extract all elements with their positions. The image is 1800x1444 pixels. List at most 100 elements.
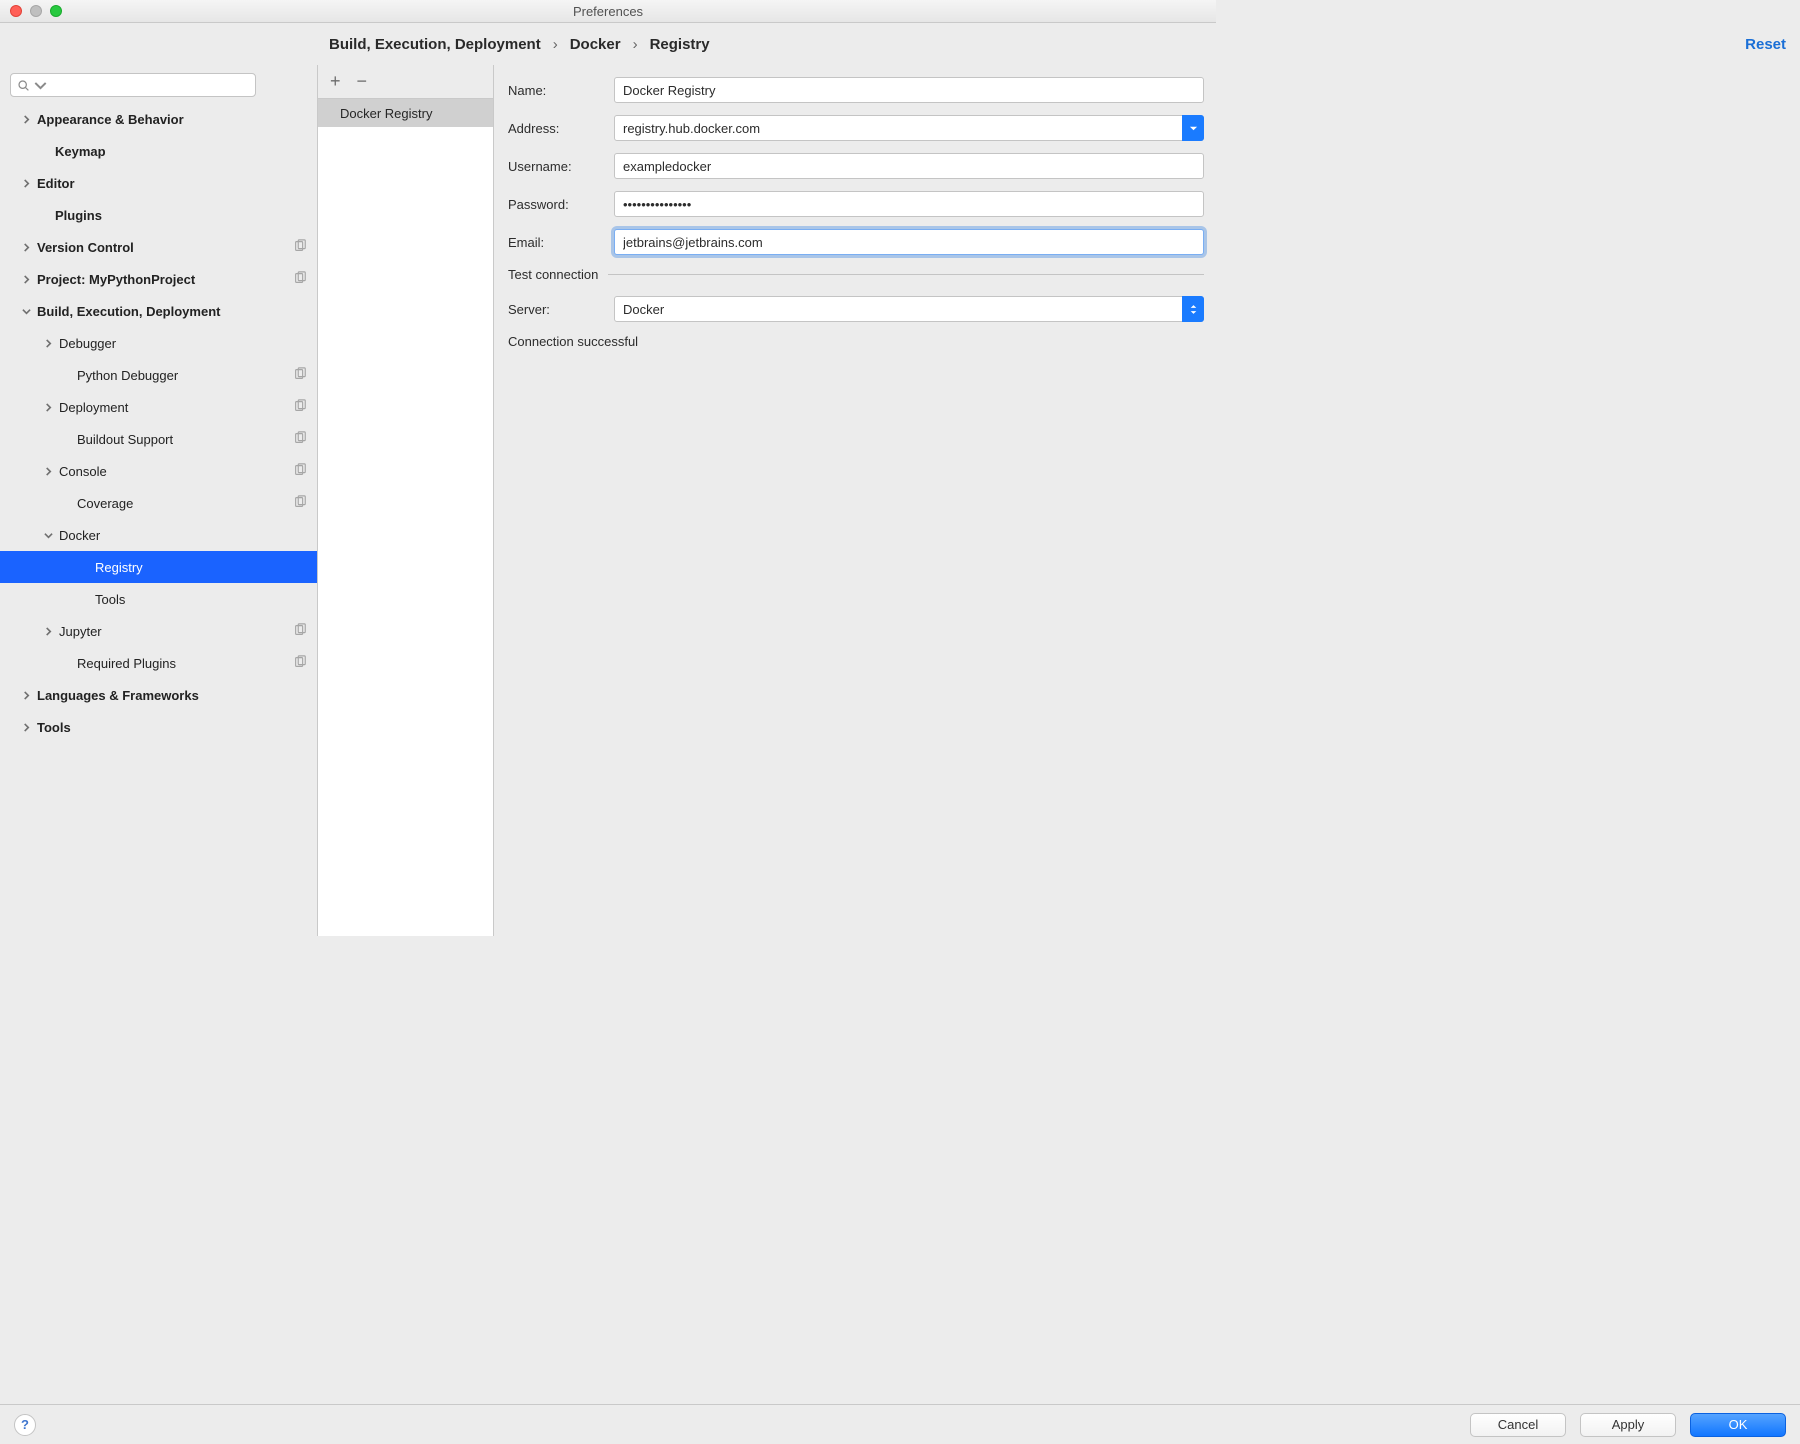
registry-list-panel: + − Docker Registry bbox=[318, 65, 494, 936]
close-window-button[interactable] bbox=[10, 5, 22, 17]
email-label: Email: bbox=[508, 235, 614, 250]
tree-item[interactable]: Tools bbox=[0, 583, 317, 615]
tree-twisty-icon[interactable] bbox=[42, 401, 55, 414]
breadcrumb-item[interactable]: Docker bbox=[570, 36, 621, 53]
test-connection-divider: Test connection bbox=[508, 267, 1204, 282]
tree-item-label: Version Control bbox=[37, 240, 293, 255]
cancel-button[interactable]: Cancel bbox=[1470, 1413, 1566, 1437]
username-field[interactable] bbox=[614, 153, 1204, 179]
tree-item-label: Registry bbox=[95, 560, 307, 575]
registry-toolbar: + − bbox=[318, 65, 493, 99]
tree-item-label: Console bbox=[59, 464, 293, 479]
server-select-value: Docker bbox=[623, 302, 664, 317]
project-scope-icon bbox=[293, 655, 307, 672]
tree-twisty-icon[interactable] bbox=[20, 689, 33, 702]
tree-item-label: Keymap bbox=[55, 144, 307, 159]
tree-item-label: Plugins bbox=[55, 208, 307, 223]
tree-twisty-icon[interactable] bbox=[20, 113, 33, 126]
tree-item[interactable]: Project: MyPythonProject bbox=[0, 263, 317, 295]
tree-twisty-spacer bbox=[60, 497, 73, 510]
tree-item[interactable]: Version Control bbox=[0, 231, 317, 263]
remove-button[interactable]: − bbox=[357, 71, 368, 92]
search-input[interactable] bbox=[51, 78, 249, 93]
tree-item-label: Tools bbox=[37, 720, 307, 735]
tree-item[interactable]: Languages & Frameworks bbox=[0, 679, 317, 711]
tree-item[interactable]: Python Debugger bbox=[0, 359, 317, 391]
connection-status: Connection successful bbox=[508, 334, 1204, 349]
zoom-window-button[interactable] bbox=[50, 5, 62, 17]
address-label: Address: bbox=[508, 121, 614, 136]
tree-item[interactable]: Buildout Support bbox=[0, 423, 317, 455]
registry-list-item[interactable]: Docker Registry bbox=[318, 99, 493, 127]
chevron-right-icon: › bbox=[553, 36, 558, 53]
tree-item[interactable]: Editor bbox=[0, 167, 317, 199]
tree-item-label: Editor bbox=[37, 176, 307, 191]
password-field[interactable] bbox=[614, 191, 1204, 217]
add-button[interactable]: + bbox=[330, 71, 341, 92]
tree-twisty-spacer bbox=[60, 657, 73, 670]
tree-twisty-spacer bbox=[60, 433, 73, 446]
tree-item[interactable]: Registry bbox=[0, 551, 317, 583]
project-scope-icon bbox=[293, 463, 307, 480]
address-dropdown-button[interactable] bbox=[1182, 115, 1204, 141]
tree-twisty-icon[interactable] bbox=[20, 273, 33, 286]
tree-twisty-icon[interactable] bbox=[20, 305, 33, 318]
tree-item[interactable]: Deployment bbox=[0, 391, 317, 423]
search-icon bbox=[17, 79, 30, 92]
server-select-button[interactable] bbox=[1182, 296, 1204, 322]
tree-item[interactable]: Jupyter bbox=[0, 615, 317, 647]
breadcrumb-item[interactable]: Registry bbox=[650, 36, 710, 53]
minimize-window-button[interactable] bbox=[30, 5, 42, 17]
tree-twisty-icon[interactable] bbox=[20, 241, 33, 254]
tree-item[interactable]: Coverage bbox=[0, 487, 317, 519]
tree-twisty-spacer bbox=[78, 593, 91, 606]
tree-item-label: Docker bbox=[59, 528, 307, 543]
email-field[interactable] bbox=[614, 229, 1204, 255]
divider-line bbox=[608, 274, 1204, 275]
tree-item[interactable]: Console bbox=[0, 455, 317, 487]
project-scope-icon bbox=[293, 271, 307, 288]
tree-twisty-icon[interactable] bbox=[42, 337, 55, 350]
reset-link[interactable]: Reset bbox=[1745, 36, 1786, 53]
name-field[interactable] bbox=[614, 77, 1204, 103]
tree-item[interactable]: Docker bbox=[0, 519, 317, 551]
tree-item[interactable]: Appearance & Behavior bbox=[0, 103, 317, 135]
traffic-lights bbox=[0, 5, 62, 17]
tree-item-label: Debugger bbox=[59, 336, 307, 351]
name-label: Name: bbox=[508, 83, 614, 98]
tree-item-label: Tools bbox=[95, 592, 307, 607]
chevron-right-icon: › bbox=[633, 36, 638, 53]
registry-form: Name: Address: Username: Password: bbox=[494, 65, 1216, 936]
breadcrumb-item[interactable]: Build, Execution, Deployment bbox=[329, 36, 541, 53]
tree-item[interactable]: Required Plugins bbox=[0, 647, 317, 679]
tree-twisty-icon[interactable] bbox=[42, 465, 55, 478]
tree-item[interactable]: Tools bbox=[0, 711, 317, 743]
tree-item-label: Build, Execution, Deployment bbox=[37, 304, 307, 319]
tree-item[interactable]: Keymap bbox=[0, 135, 317, 167]
apply-button[interactable]: Apply bbox=[1580, 1413, 1676, 1437]
dialog-footer: ? Cancel Apply OK bbox=[0, 1404, 1800, 1444]
main-panel: Name: Address: Username: Password: bbox=[494, 65, 1216, 936]
project-scope-icon bbox=[293, 623, 307, 640]
registry-list-item-label: Docker Registry bbox=[340, 106, 432, 121]
tree-twisty-icon[interactable] bbox=[20, 721, 33, 734]
tree-item[interactable]: Plugins bbox=[0, 199, 317, 231]
tree-item[interactable]: Debugger bbox=[0, 327, 317, 359]
help-button[interactable]: ? bbox=[14, 1414, 36, 1436]
chevron-down-icon bbox=[1190, 310, 1197, 315]
registry-list: Docker Registry bbox=[318, 99, 493, 936]
tree-twisty-icon[interactable] bbox=[42, 625, 55, 638]
tree-twisty-icon[interactable] bbox=[42, 529, 55, 542]
username-label: Username: bbox=[508, 159, 614, 174]
server-select[interactable]: Docker bbox=[614, 296, 1204, 322]
password-label: Password: bbox=[508, 197, 614, 212]
tree-twisty-icon[interactable] bbox=[20, 177, 33, 190]
chevron-up-icon bbox=[1190, 304, 1197, 309]
search-box[interactable] bbox=[10, 73, 256, 97]
project-scope-icon bbox=[293, 399, 307, 416]
project-scope-icon bbox=[293, 239, 307, 256]
help-icon: ? bbox=[21, 1417, 29, 1432]
tree-item[interactable]: Build, Execution, Deployment bbox=[0, 295, 317, 327]
ok-button[interactable]: OK bbox=[1690, 1413, 1786, 1437]
address-field[interactable] bbox=[614, 115, 1204, 141]
